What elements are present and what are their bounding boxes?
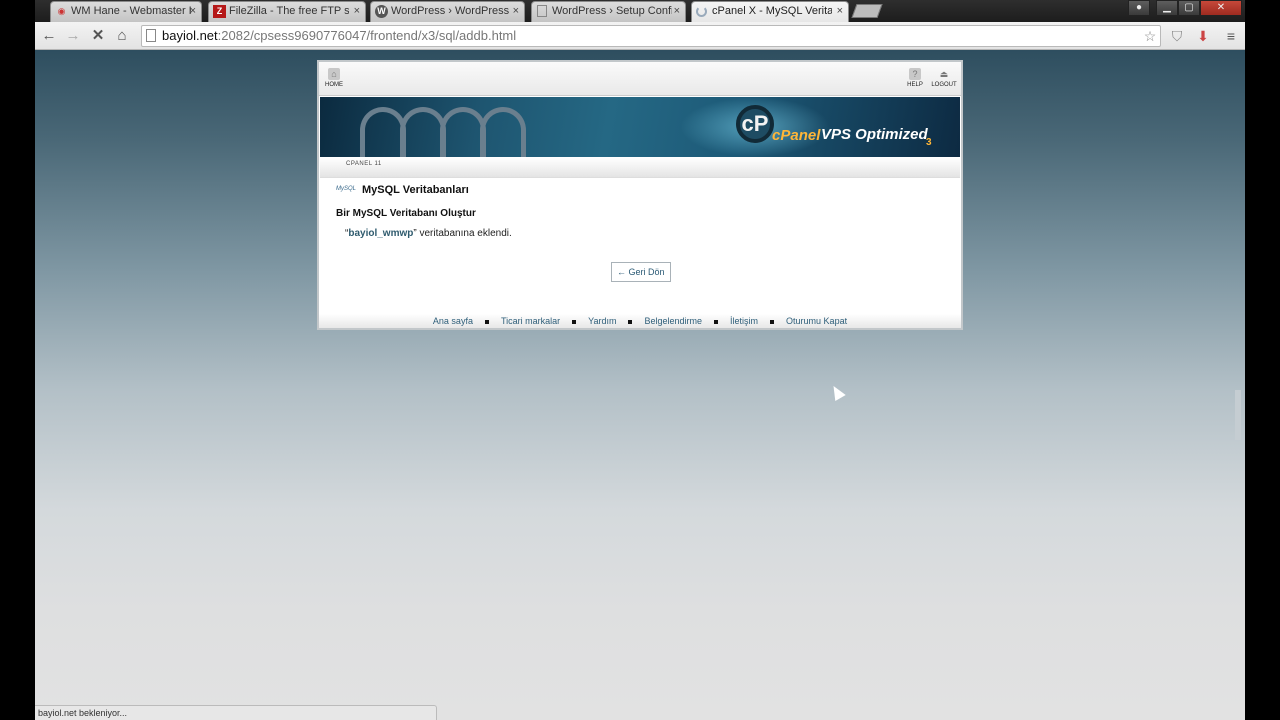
mysql-icon: MySQL [336, 186, 357, 192]
breadcrumb: CPANEL 11 [346, 161, 382, 167]
separator [714, 319, 719, 324]
separator [628, 319, 633, 324]
cpanel-product: VPS Optimized [821, 126, 928, 143]
close-icon[interactable]: × [190, 2, 196, 21]
success-message: “bayiol_wmwp” veritabanına eklendi. [345, 228, 512, 239]
cable-graphic [480, 107, 526, 157]
back-arrow-icon[interactable]: ← [39, 26, 59, 46]
address-bar[interactable]: bayiol.net:2082/cpsess9690776047/fronten… [141, 25, 1161, 47]
home-label: HOME [325, 82, 343, 88]
maximize-icon[interactable]: ▢ [1178, 0, 1200, 16]
cpanel-logo-mark: cP [736, 105, 774, 143]
wm-icon: ◉ [57, 6, 66, 16]
wordpress-icon: W [375, 5, 388, 18]
user-icon[interactable]: ● [1128, 0, 1150, 16]
database-name: bayiol_wmwp [348, 228, 414, 239]
url-host: bayiol.net [162, 28, 218, 43]
cpanel-topbar: ⌂ HOME ? HELP ⏏ LOGOUT [319, 62, 961, 96]
close-icon[interactable]: × [674, 2, 680, 21]
footer-link-help[interactable]: Yardım [588, 316, 616, 326]
separator [572, 319, 577, 324]
help-label: HELP [907, 82, 923, 88]
tab-wm-hane[interactable]: ◉ WM Hane - Webmaster H × [50, 1, 202, 22]
section-title: MySQL Veritabanları [362, 184, 469, 196]
page-icon [146, 29, 156, 42]
tab-title: FileZilla - The free FTP solu [229, 5, 349, 17]
shield-icon[interactable]: ⛉ [1167, 26, 1187, 46]
cpanel-window: ⌂ HOME ? HELP ⏏ LOGOUT cP cPanel VPS Opt… [317, 60, 963, 330]
tab-filezilla[interactable]: Z FileZilla - The free FTP solu × [208, 1, 366, 22]
scrollbar[interactable] [1235, 390, 1241, 440]
home-icon: ⌂ [328, 68, 340, 80]
page-icon [537, 5, 547, 17]
cpanel-banner: cP cPanel VPS Optimized 3 [320, 97, 960, 157]
page-subtitle: Bir MySQL Veritabanı Oluştur [336, 208, 476, 219]
forward-arrow-icon[interactable]: → [63, 26, 83, 46]
home-icon[interactable]: ⌂ [112, 26, 132, 46]
home-link[interactable]: ⌂ HOME [317, 68, 351, 88]
screen: ◉ WM Hane - Webmaster H × Z FileZilla - … [0, 0, 1280, 720]
tab-title: cPanel X - MySQL Veritab [712, 5, 832, 17]
separator [770, 319, 775, 324]
logout-label: LOGOUT [931, 82, 957, 88]
footer-link-documentation[interactable]: Belgelendirme [644, 316, 702, 326]
footer-link-trademarks[interactable]: Ticari markalar [501, 316, 560, 326]
tab-title: WordPress › Setup Config [552, 5, 672, 17]
logout-link[interactable]: ⏏ LOGOUT [927, 68, 961, 88]
menu-icon[interactable]: ≡ [1221, 26, 1241, 46]
browser-window: ◉ WM Hane - Webmaster H × Z FileZilla - … [35, 0, 1245, 720]
close-icon[interactable]: × [513, 2, 519, 21]
star-icon[interactable]: ☆ [1140, 26, 1160, 46]
tab-title: WM Hane - Webmaster H [71, 5, 191, 17]
separator [484, 319, 489, 324]
close-icon[interactable]: × [837, 2, 843, 21]
close-icon[interactable]: × [354, 2, 360, 21]
footer-link-contact[interactable]: İletişim [730, 316, 758, 326]
minimize-icon[interactable]: ▁ [1156, 0, 1178, 16]
filezilla-icon: Z [213, 5, 226, 18]
breadcrumb-strip: CPANEL 11 [320, 158, 960, 178]
browser-toolbar: ← → ✕ ⌂ bayiol.net:2082/cpsess9690776047… [35, 22, 1245, 50]
download-icon[interactable]: ⬇ [1193, 26, 1213, 46]
new-tab-button[interactable] [851, 4, 883, 18]
footer-links: Ana sayfa Ticari markalar Yardım Belgelendi… [319, 314, 961, 328]
message-text: veritabanına eklendi. [416, 228, 512, 239]
window-close-icon[interactable]: ✕ [1200, 0, 1242, 16]
logout-icon: ⏏ [939, 69, 949, 79]
tab-wordpress[interactable]: W WordPress › WordPress Th × [370, 1, 525, 22]
help-icon: ? [909, 68, 921, 80]
url-path: :2082/cpsess9690776047/frontend/x3/sql/a… [217, 28, 517, 43]
tab-strip: ◉ WM Hane - Webmaster H × Z FileZilla - … [35, 0, 1245, 22]
tab-title: WordPress › WordPress Th [391, 5, 511, 17]
tab-wordpress-setup[interactable]: WordPress › Setup Config × [531, 1, 686, 22]
loading-spinner-icon [696, 6, 707, 17]
status-bar: bayiol.net bekleniyor... [35, 705, 437, 720]
tab-cpanel[interactable]: cPanel X - MySQL Veritab × [691, 1, 849, 22]
footer-link-home[interactable]: Ana sayfa [433, 316, 473, 326]
go-back-button[interactable]: ← Geri Dön [611, 262, 671, 282]
cpanel-version: 3 [926, 137, 932, 148]
cpanel-brand: cPanel [772, 127, 821, 144]
footer-link-logout[interactable]: Oturumu Kapat [786, 316, 847, 326]
stop-icon[interactable]: ✕ [88, 26, 108, 46]
